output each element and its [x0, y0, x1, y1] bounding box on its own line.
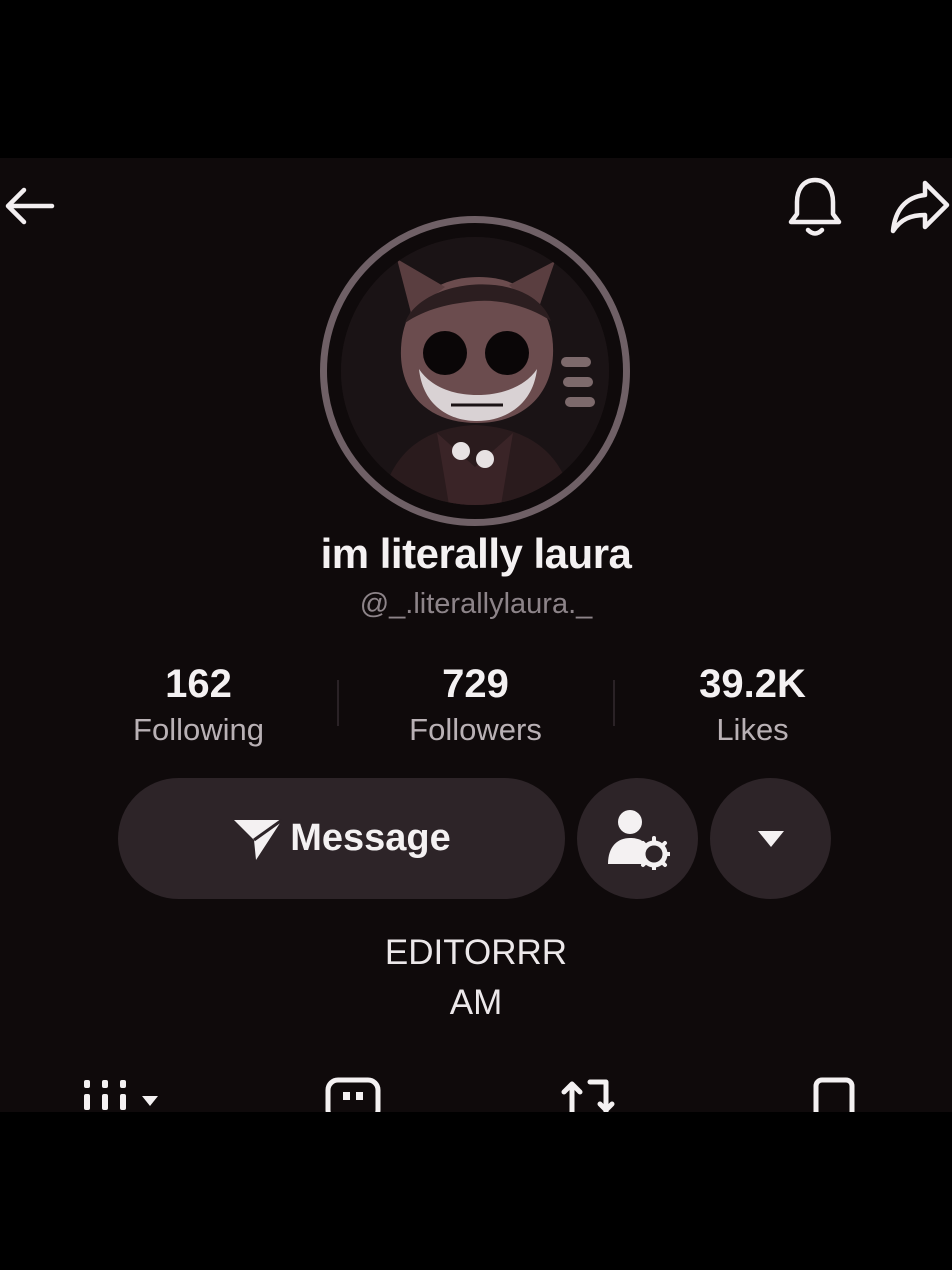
repost-icon — [561, 1079, 615, 1112]
avatar-image — [341, 237, 609, 505]
tab-videos[interactable] — [82, 1076, 162, 1112]
notification-button[interactable] — [782, 172, 848, 242]
stat-likes[interactable]: 39.2K Likes — [614, 658, 891, 750]
tab-reposts[interactable] — [560, 1076, 624, 1112]
likes-label: Likes — [716, 712, 789, 747]
bell-icon — [788, 177, 842, 236]
letterbox-bottom — [0, 1112, 952, 1270]
stat-following[interactable]: 162 Following — [60, 658, 337, 750]
friend-settings-button[interactable] — [577, 778, 698, 899]
bio-line-1: EDITORRR — [384, 933, 568, 972]
stat-followers[interactable]: 729 Followers — [337, 658, 614, 750]
following-count: 162 — [165, 662, 232, 706]
share-arrow-icon — [890, 180, 950, 234]
likes-count: 39.2K — [699, 662, 806, 706]
lock-icon — [325, 1077, 381, 1112]
avatar — [341, 237, 609, 505]
bio-line-2: AM — [449, 983, 503, 1022]
followers-count: 729 — [442, 662, 509, 706]
user-settings-icon — [607, 809, 670, 870]
letterbox-top — [0, 0, 952, 158]
following-label: Following — [133, 712, 264, 747]
back-button[interactable] — [0, 178, 60, 234]
followers-label: Followers — [409, 712, 542, 747]
tab-private[interactable] — [323, 1076, 383, 1112]
bio: EDITORRR AM — [0, 928, 952, 1028]
stats-row: 162 Following 729 Followers 39.2K Likes — [60, 658, 892, 748]
message-button[interactable]: Message — [118, 778, 565, 899]
username: @_.literallylaura._ — [359, 588, 593, 620]
send-icon — [234, 818, 284, 860]
share-button[interactable] — [888, 174, 952, 240]
back-arrow-icon — [5, 187, 55, 225]
bookmark-icon — [813, 1077, 855, 1112]
grid-icon — [84, 1080, 158, 1110]
tab-favorites[interactable] — [810, 1076, 860, 1112]
content-tabs — [0, 1076, 952, 1112]
more-options-button[interactable] — [710, 778, 831, 899]
display-name: im literally laura — [320, 530, 632, 577]
profile-screen: im literally laura @_.literallylaura._ 1… — [0, 158, 952, 1112]
message-label: Message — [290, 817, 451, 859]
avatar-ring[interactable] — [320, 216, 630, 526]
caret-down-icon — [757, 830, 784, 847]
